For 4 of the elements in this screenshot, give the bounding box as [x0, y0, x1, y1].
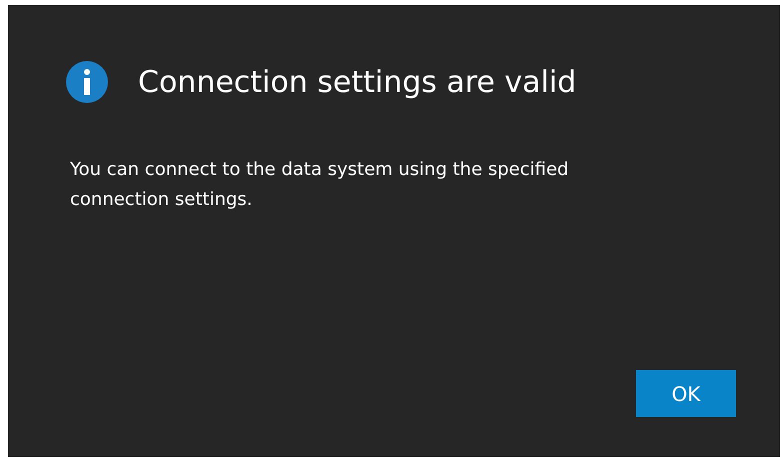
dialog-message: You can connect to the data system using the specified connection settings.	[69, 158, 570, 212]
info-icon	[66, 61, 108, 103]
ok-button[interactable]: OK	[636, 370, 736, 417]
dialog-title: Connection settings are valid	[138, 64, 576, 100]
